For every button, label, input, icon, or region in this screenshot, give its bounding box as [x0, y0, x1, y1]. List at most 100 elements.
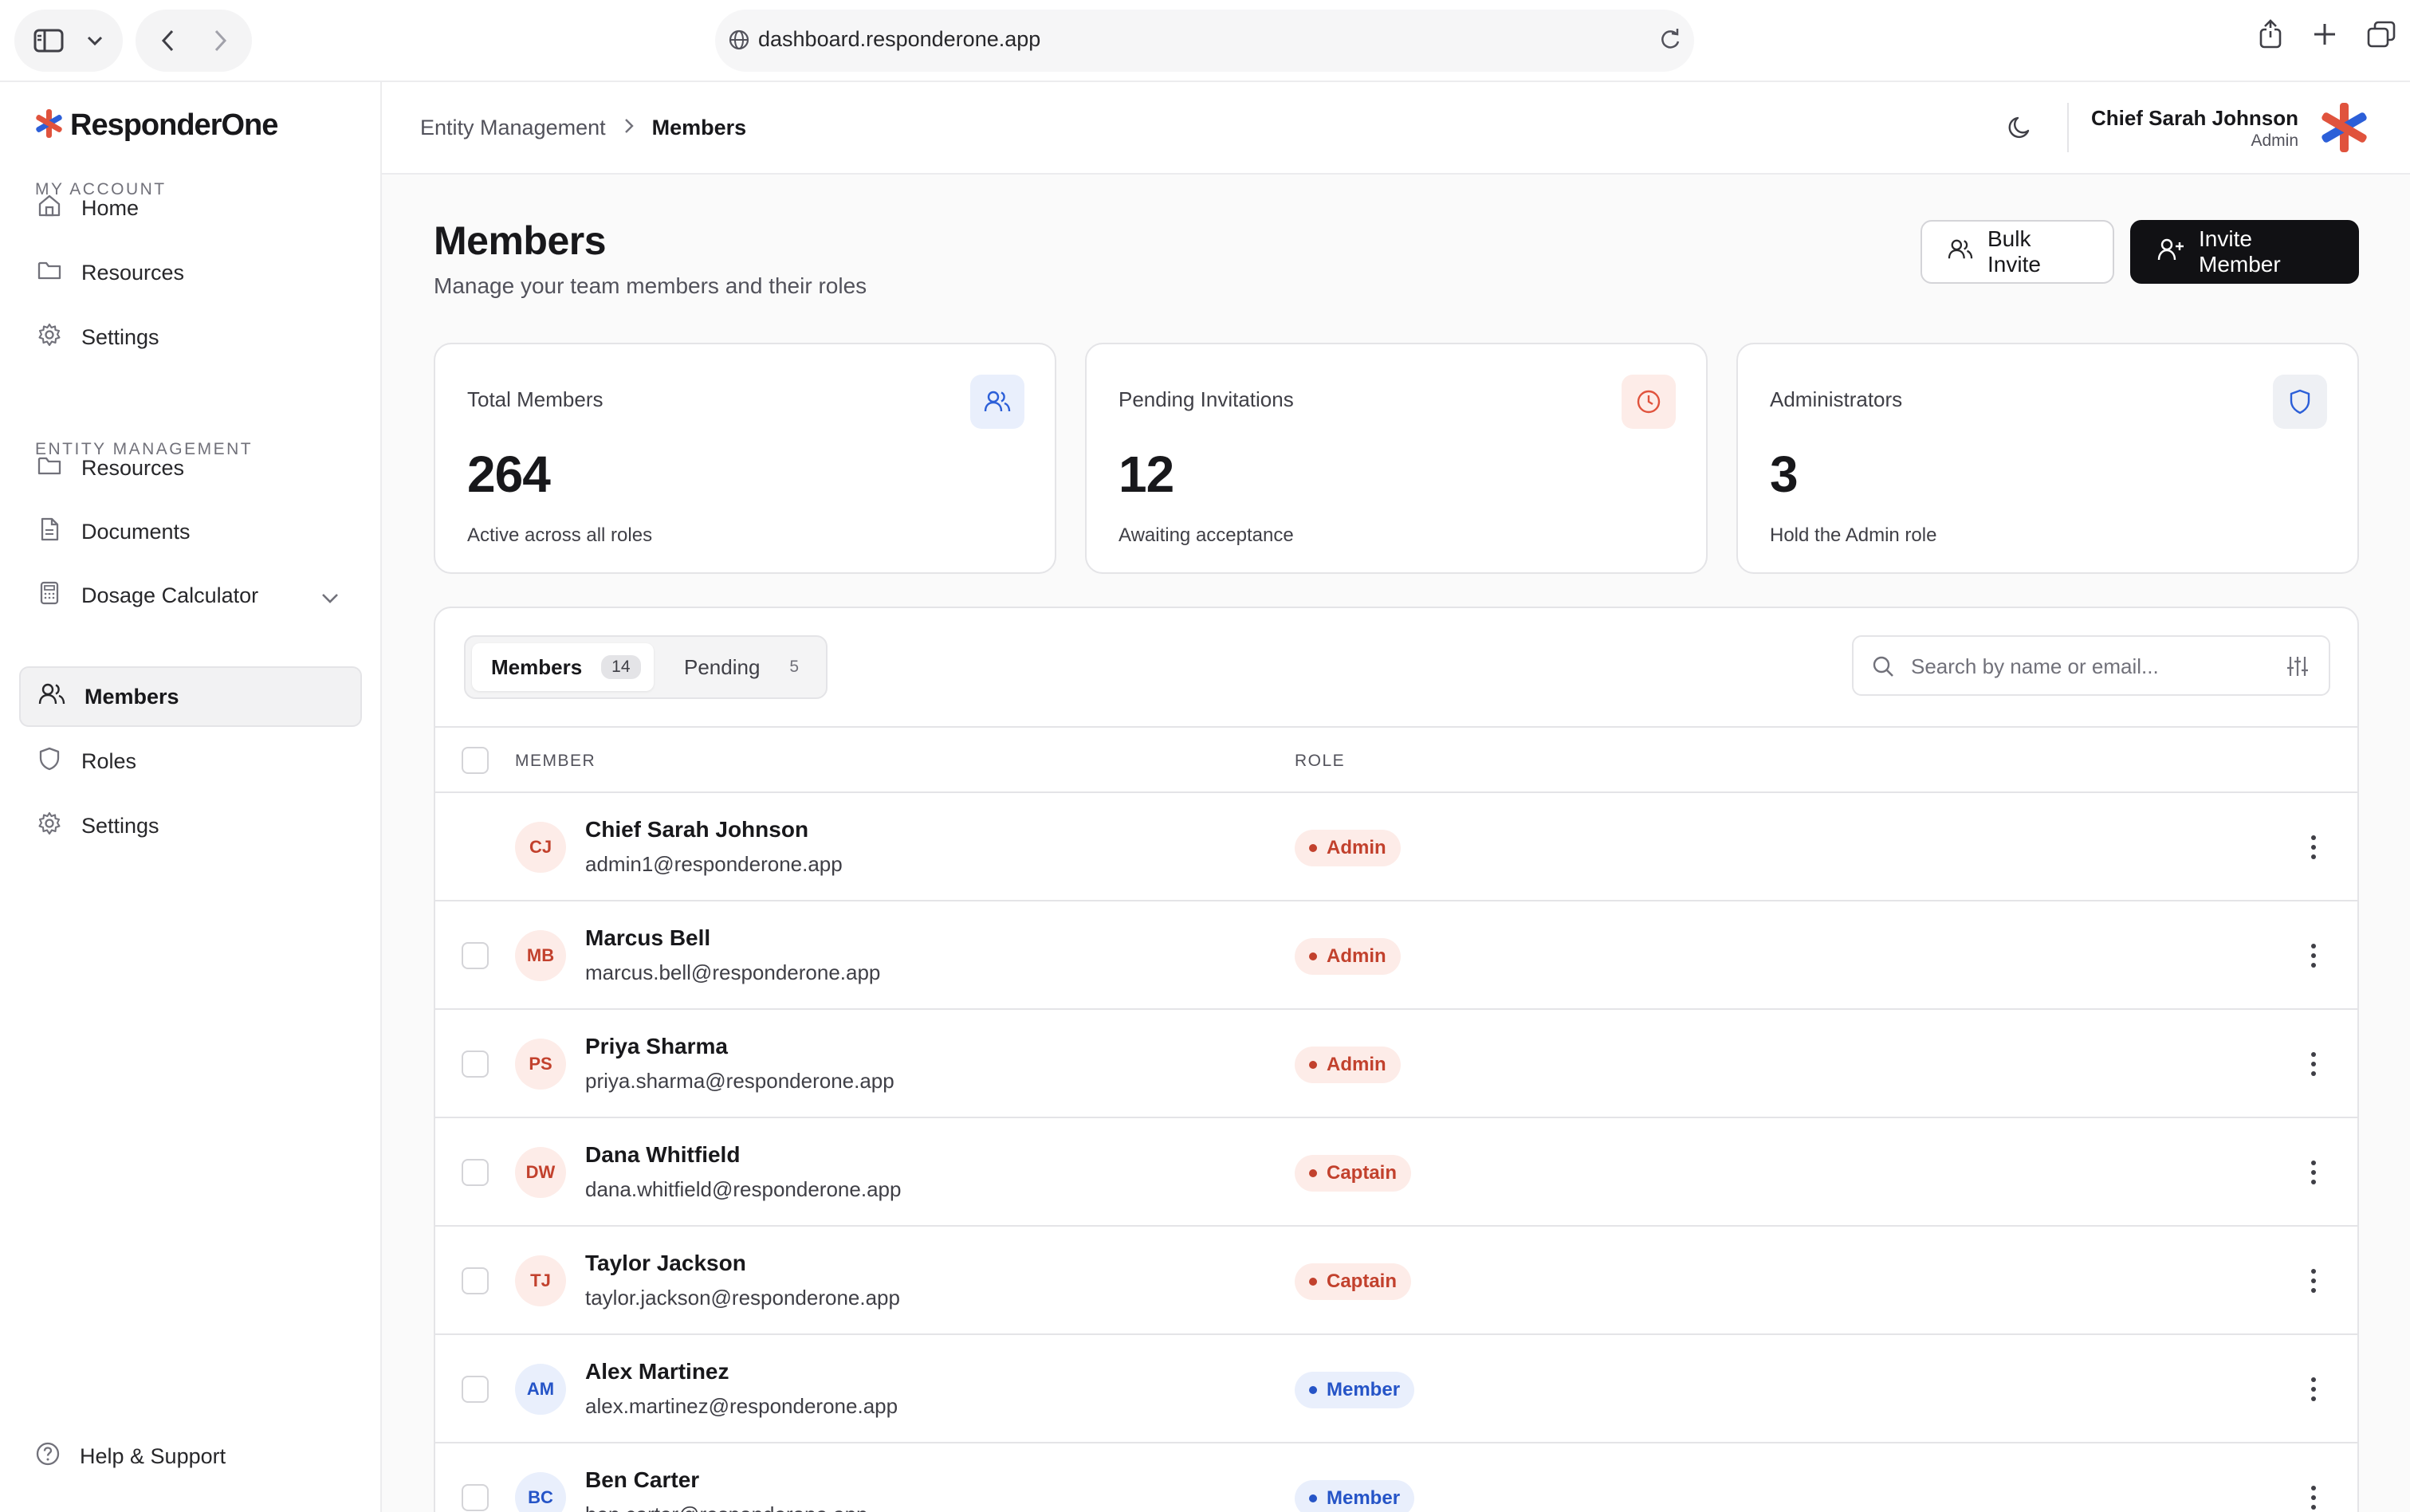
tab-members[interactable]: Members 14: [472, 643, 654, 691]
user-name[interactable]: Chief Sarah Johnson: [2091, 106, 2298, 131]
back-icon[interactable]: [160, 29, 176, 53]
sidebar-item-roles[interactable]: Roles: [19, 731, 362, 791]
table-header: MEMBER ROLE: [435, 726, 2357, 793]
responderone-logo-icon: [33, 108, 64, 143]
avatar: DW: [515, 1147, 566, 1198]
table-row[interactable]: DW Dana Whitfield dana.whitfield@responder…: [435, 1118, 2357, 1227]
folder-icon: [37, 257, 62, 289]
share-icon[interactable]: [2259, 19, 2282, 49]
row-checkbox[interactable]: [462, 1051, 489, 1078]
sidebar-item-entity-resources[interactable]: Resources: [19, 438, 362, 498]
sidebar-item-label: Members: [85, 684, 179, 709]
sidebar-item-resources[interactable]: Resources: [19, 242, 362, 303]
member-name: Dana Whitfield: [585, 1142, 741, 1167]
table-row[interactable]: AM Alex Martinez alex.martinez@responderon…: [435, 1335, 2357, 1443]
breadcrumb: Entity Management Members: [420, 116, 746, 140]
member-name: Marcus Bell: [585, 925, 711, 950]
moon-icon[interactable]: [2007, 114, 2034, 145]
row-checkbox[interactable]: [462, 942, 489, 969]
sidebar-item-label: Settings: [81, 324, 159, 349]
brand-logo[interactable]: ResponderOne: [33, 108, 278, 143]
table-row[interactable]: MB Marcus Bell marcus.bell@responderone.ap…: [435, 901, 2357, 1010]
more-vertical-icon[interactable]: [2309, 1157, 2318, 1192]
app-root: dashboard.responderone.app ResponderOne …: [0, 0, 2410, 1512]
stat-card-administrators: Administrators 3 Hold the Admin role: [1736, 343, 2359, 574]
browser-actions: [2259, 19, 2396, 49]
globe-icon: [728, 29, 750, 55]
help-support-label: Help & Support: [80, 1444, 226, 1468]
status-dot: [1309, 952, 1317, 960]
sidebar-item-settings[interactable]: Settings: [19, 307, 362, 367]
row-checkbox[interactable]: [462, 1159, 489, 1186]
row-checkbox[interactable]: [462, 1267, 489, 1294]
member-email: taylor.jackson@responderone.app: [585, 1286, 900, 1310]
member-email: alex.martinez@responderone.app: [585, 1394, 898, 1418]
member-name: Alex Martinez: [585, 1359, 729, 1384]
chevron-down-icon[interactable]: [86, 35, 104, 46]
address-bar[interactable]: dashboard.responderone.app: [715, 10, 1694, 72]
shield-icon: [2273, 375, 2327, 429]
more-vertical-icon[interactable]: [2309, 1373, 2318, 1409]
table-row[interactable]: TJ Taylor Jackson taylor.jackson@responder…: [435, 1227, 2357, 1335]
sidebar-item-entity-settings[interactable]: Settings: [19, 795, 362, 856]
row-checkbox[interactable]: [462, 1484, 489, 1511]
help-support-link[interactable]: Help & Support: [35, 1441, 226, 1472]
role-label: Member: [1327, 1487, 1401, 1509]
document-icon: [37, 516, 62, 548]
more-vertical-icon[interactable]: [2309, 1482, 2318, 1512]
tab-overview-icon[interactable]: [2367, 19, 2396, 49]
clock-icon: [1622, 375, 1676, 429]
bulk-invite-button[interactable]: Bulk Invite: [1921, 220, 2114, 284]
role-badge: Member: [1295, 1480, 1415, 1512]
tab-pending[interactable]: Pending 5: [665, 643, 821, 691]
more-vertical-icon[interactable]: [2309, 940, 2318, 976]
role-label: Member: [1327, 1379, 1401, 1400]
search-input[interactable]: [1911, 651, 2262, 681]
user-role: Admin: [2251, 132, 2298, 150]
table-row[interactable]: BC Ben Carter ben.carter@responderone.app M…: [435, 1443, 2357, 1512]
filter-sliders-icon[interactable]: [2286, 654, 2310, 682]
sidebar-item-dosage-calculator[interactable]: Dosage Calculator: [19, 565, 362, 626]
more-vertical-icon[interactable]: [2309, 1048, 2318, 1084]
divider: [2067, 103, 2069, 152]
new-tab-icon[interactable]: [2313, 19, 2337, 49]
more-vertical-icon[interactable]: [2309, 831, 2318, 867]
status-dot: [1309, 1169, 1317, 1177]
sidebar-toggle-icon[interactable]: [33, 29, 64, 53]
gear-icon: [37, 322, 62, 353]
table-row[interactable]: CJ Chief Sarah Johnson admin1@responderone…: [435, 793, 2357, 901]
avatar: CJ: [515, 822, 566, 873]
sidebar-item-label: Roles: [81, 748, 137, 773]
page-subtitle: Manage your team members and their roles: [434, 273, 867, 298]
row-checkbox[interactable]: [462, 1376, 489, 1403]
more-vertical-icon[interactable]: [2309, 1265, 2318, 1301]
tab-label: Pending: [684, 654, 761, 679]
avatar: MB: [515, 930, 566, 981]
tab-bar: Members 14 Pending 5: [464, 635, 828, 699]
sidebar-item-members[interactable]: Members: [19, 666, 362, 727]
role-label: Captain: [1327, 1270, 1398, 1292]
sidebar-item-home-row[interactable]: Home: [19, 178, 362, 238]
member-email: ben.carter@responderone.app: [585, 1502, 868, 1512]
sidebar-item-label: Settings: [81, 813, 159, 838]
reload-icon[interactable]: [1659, 27, 1681, 55]
chevron-down-icon[interactable]: [320, 586, 340, 611]
select-all-checkbox[interactable]: [462, 747, 489, 774]
role-badge: Member: [1295, 1372, 1415, 1408]
tab-count: 5: [789, 658, 800, 676]
top-bar: Entity Management Members Chief Sarah Jo…: [382, 82, 2410, 175]
member-email: priya.sharma@responderone.app: [585, 1069, 894, 1093]
invite-member-label: Invite Member: [2199, 226, 2281, 277]
sidebar-item-label: Documents: [81, 519, 191, 544]
avatar[interactable]: [2318, 101, 2370, 158]
breadcrumb-parent[interactable]: Entity Management: [420, 116, 606, 140]
status-dot: [1309, 1386, 1317, 1394]
avatar: AM: [515, 1364, 566, 1415]
sidebar-item-label: Resources: [81, 455, 185, 480]
forward-icon[interactable]: [212, 29, 228, 53]
role-label: Captain: [1327, 1162, 1398, 1184]
table-row[interactable]: PS Priya Sharma priya.sharma@responderone.…: [435, 1010, 2357, 1118]
invite-member-button[interactable]: Invite Member: [2130, 220, 2359, 284]
sidebar-item-documents[interactable]: Documents: [19, 501, 362, 562]
main-content: Members Manage your team members and the…: [382, 175, 2410, 1512]
